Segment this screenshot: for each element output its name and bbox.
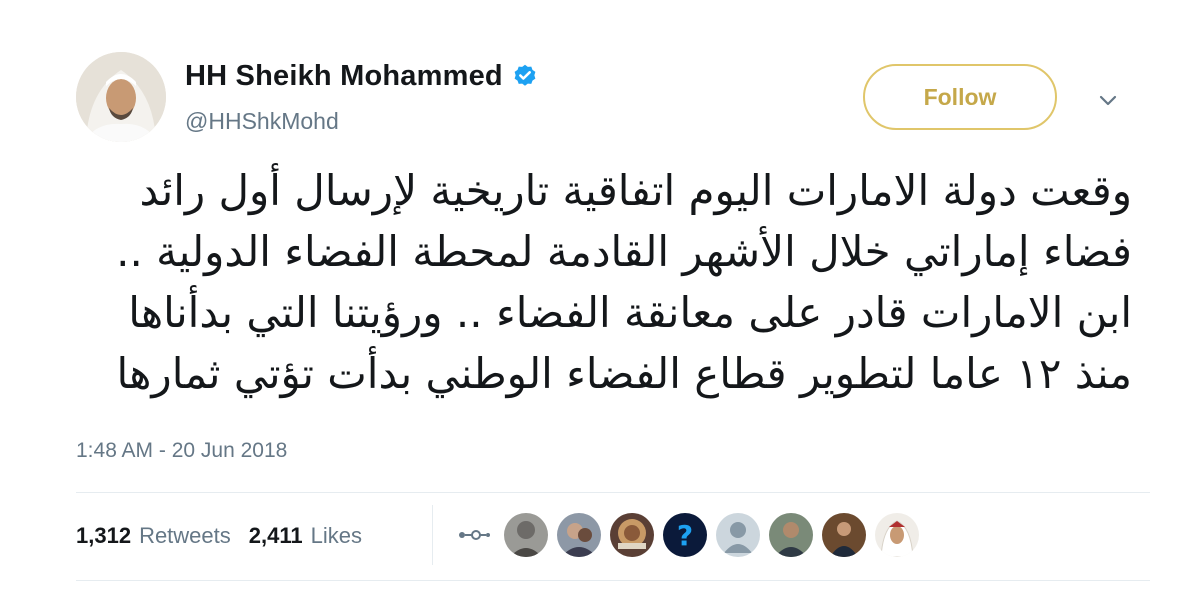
user-handle[interactable]: @HHShkMohd — [185, 108, 339, 135]
tweet-timestamp[interactable]: 1:48 AM - 20 Jun 2018 — [76, 439, 287, 463]
profile-avatar[interactable] — [76, 52, 166, 142]
verified-badge-icon — [511, 63, 539, 91]
tweet-text: وقعت دولة الامارات اليوم اتفاقية تاريخية… — [60, 160, 1132, 404]
likes-label: Likes — [310, 523, 362, 548]
divider — [76, 492, 1150, 493]
retweets-label: Retweets — [139, 523, 231, 548]
likes-stat[interactable]: 2,411 Likes — [249, 523, 362, 549]
svg-text:?: ? — [677, 519, 693, 552]
liker-avatar[interactable] — [456, 513, 500, 557]
follow-button[interactable]: Follow — [863, 64, 1057, 130]
tweet-line: فضاء إماراتي خلال الأشهر القادمة لمحطة ا… — [116, 227, 1132, 276]
divider — [76, 580, 1150, 581]
tweet-line: منذ ١٢ عاما لتطوير قطاع الفضاء الوطني بد… — [116, 349, 1132, 398]
tweet-stats: 1,312 Retweets 2,411 Likes — [76, 523, 380, 549]
liker-avatar[interactable] — [557, 513, 601, 557]
liker-avatar[interactable] — [822, 513, 866, 557]
display-name[interactable]: HH Sheikh Mohammed — [185, 60, 503, 93]
liker-avatar[interactable] — [769, 513, 813, 557]
likers-avatars: ? — [456, 513, 928, 557]
likes-count: 2,411 — [248, 523, 303, 548]
liker-avatar[interactable] — [716, 513, 760, 557]
tweet-line: ابن الامارات قادر على معانقة الفضاء .. و… — [128, 288, 1132, 337]
chevron-down-icon[interactable] — [1096, 88, 1120, 112]
stats-separator — [432, 505, 433, 565]
retweets-count: 1,312 — [76, 523, 132, 548]
liker-avatar[interactable] — [504, 513, 548, 557]
retweets-stat[interactable]: 1,312 Retweets — [76, 523, 231, 549]
tweet-line: وقعت دولة الامارات اليوم اتفاقية تاريخية… — [139, 166, 1132, 215]
liker-avatar[interactable]: ? — [663, 513, 707, 557]
avatar-image — [76, 52, 166, 142]
liker-avatar[interactable] — [875, 513, 919, 557]
liker-avatar[interactable] — [610, 513, 654, 557]
display-name-row[interactable]: HH Sheikh Mohammed — [185, 60, 539, 93]
